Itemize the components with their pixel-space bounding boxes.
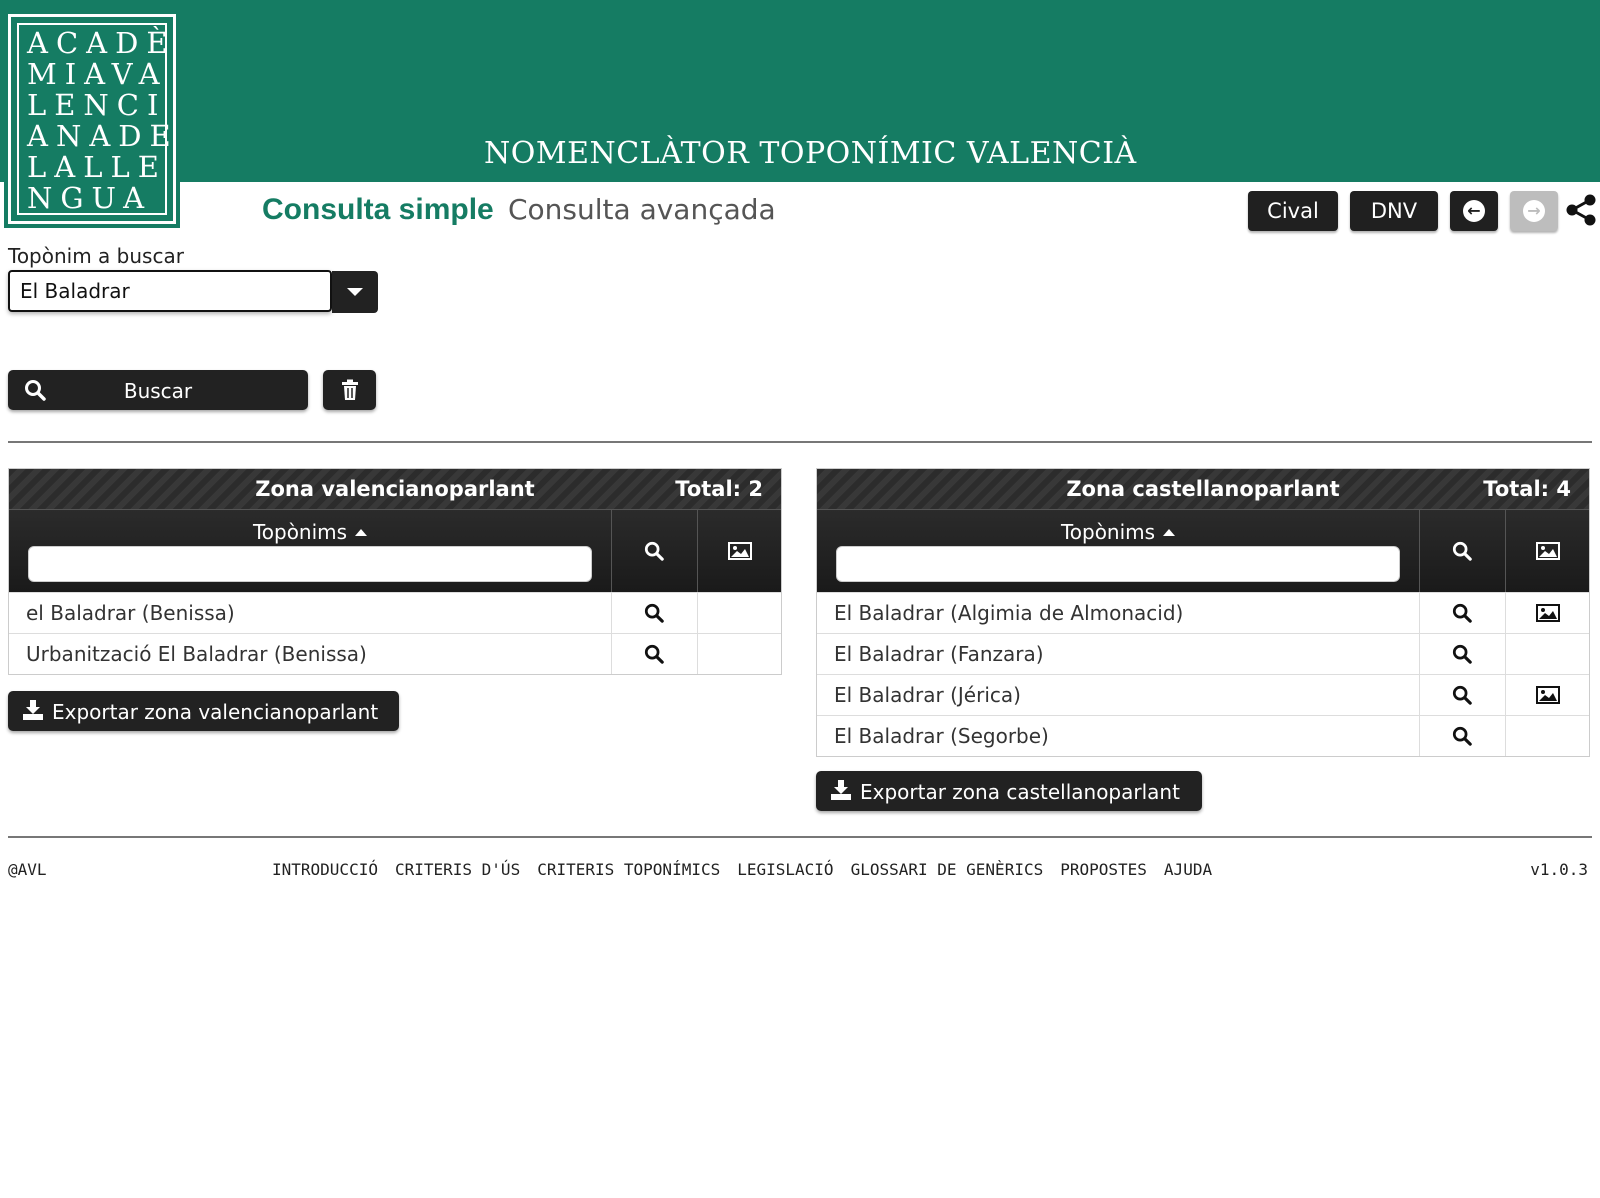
tab-simple-search[interactable]: Consulta simple xyxy=(262,193,494,227)
toponym-name[interactable]: el Baladrar (Benissa) xyxy=(9,593,612,633)
image-icon xyxy=(1536,604,1560,622)
share-button[interactable] xyxy=(1566,194,1596,230)
toponym-name[interactable]: El Baladrar (Algimia de Almonacid) xyxy=(817,593,1420,633)
toponym-name[interactable]: El Baladrar (Fanzara) xyxy=(817,634,1420,674)
toponym-dropdown-button[interactable] xyxy=(332,271,378,313)
search-icon xyxy=(1452,541,1472,561)
export-label: Exportar zona castellanoparlant xyxy=(860,780,1180,804)
table-row: El Baladrar (Jérica) xyxy=(817,674,1589,715)
arrow-left-icon: ← xyxy=(1463,200,1485,222)
toponym-name[interactable]: Urbanització El Baladrar (Benissa) xyxy=(9,634,612,674)
footer-link-criteris-us[interactable]: CRITERIS D'ÚS xyxy=(395,860,520,879)
search-icon xyxy=(1452,726,1472,746)
sort-ascending-icon xyxy=(1163,529,1176,536)
zone-header: Zona castellanoparlant Total: 4 xyxy=(817,469,1589,509)
zone-title: Zona valencianoparlant xyxy=(255,477,535,501)
table-row: el Baladrar (Benissa) xyxy=(9,592,781,633)
column-header: Topònims xyxy=(9,509,781,592)
zone-total: Total: 2 xyxy=(675,477,763,501)
back-button[interactable]: ← xyxy=(1450,191,1498,231)
image-icon xyxy=(728,542,752,560)
search-button[interactable]: Buscar xyxy=(8,370,308,410)
search-column-header xyxy=(611,510,698,592)
column-title: Topònims xyxy=(252,520,348,544)
image-icon xyxy=(1536,542,1560,560)
zone-total: Total: 4 xyxy=(1483,477,1571,501)
trash-icon xyxy=(341,379,358,400)
zone-header: Zona valencianoparlant Total: 2 xyxy=(9,469,781,509)
row-image-cell xyxy=(1505,716,1591,756)
page-title: NOMENCLÀTOR TOPONÍMIC VALENCIÀ xyxy=(484,136,1137,171)
search-icon xyxy=(644,603,664,623)
toponym-name[interactable]: El Baladrar (Jérica) xyxy=(817,675,1420,715)
forward-button[interactable]: → xyxy=(1510,191,1558,231)
row-search-button[interactable] xyxy=(1419,634,1506,674)
download-icon xyxy=(22,699,44,726)
zone-title: Zona castellanoparlant xyxy=(1066,477,1340,501)
copyright: @AVL xyxy=(8,860,47,879)
search-icon xyxy=(644,644,664,664)
column-header: Topònims xyxy=(817,509,1589,592)
footer-link-legislacio[interactable]: LEGISLACIÓ xyxy=(737,860,833,879)
search-button-label: Buscar xyxy=(123,379,193,403)
row-search-button[interactable] xyxy=(1419,716,1506,756)
table-row: El Baladrar (Fanzara) xyxy=(817,633,1589,674)
footer-link-introduccio[interactable]: INTRODUCCIÓ xyxy=(272,860,378,879)
toponym-filter-input[interactable] xyxy=(836,546,1400,582)
share-icon xyxy=(1566,194,1596,226)
dnv-button[interactable]: DNV xyxy=(1350,191,1438,231)
row-image-button[interactable] xyxy=(1505,675,1591,715)
zone-valencian-table: Zona valencianoparlant Total: 2 Topònims… xyxy=(8,468,782,675)
table-row: El Baladrar (Algimia de Almonacid) xyxy=(817,592,1589,633)
search-icon xyxy=(1452,685,1472,705)
footer-link-ajuda[interactable]: AJUDA xyxy=(1164,860,1212,879)
export-label: Exportar zona valencianoparlant xyxy=(52,700,379,724)
cival-button[interactable]: Cival xyxy=(1248,191,1338,231)
footer-link-criteris-toponimics[interactable]: CRITERIS TOPONÍMICS xyxy=(537,860,720,879)
image-column-header xyxy=(697,510,783,592)
table-row: Urbanització El Baladrar (Benissa) xyxy=(9,633,781,674)
toponym-search-input[interactable] xyxy=(8,270,332,312)
row-search-button[interactable] xyxy=(1419,675,1506,715)
search-icon xyxy=(1452,644,1472,664)
footer-link-glossari[interactable]: GLOSSARI DE GENÈRICS xyxy=(851,860,1044,879)
download-icon xyxy=(830,779,852,806)
export-castilian-button[interactable]: Exportar zona castellanoparlant xyxy=(816,771,1202,811)
row-search-button[interactable] xyxy=(611,593,698,633)
avl-logo[interactable]: ACADÈ MIAVA LENCI ANADE LALLE NGUA xyxy=(4,10,180,228)
divider-bottom xyxy=(8,836,1592,838)
table-row: El Baladrar (Segorbe) xyxy=(817,715,1589,756)
footer-links: INTRODUCCIÓ CRITERIS D'ÚS CRITERIS TOPON… xyxy=(272,860,1212,879)
image-icon xyxy=(1536,686,1560,704)
row-search-button[interactable] xyxy=(1419,593,1506,633)
zone-castilian-table: Zona castellanoparlant Total: 4 Topònims… xyxy=(816,468,1590,757)
logo-lettering: ACADÈ MIAVA LENCI ANADE LALLE NGUA xyxy=(17,23,171,215)
search-icon xyxy=(644,541,664,561)
sort-ascending-icon xyxy=(355,529,368,536)
row-image-cell xyxy=(697,593,783,633)
version-label: v1.0.3 xyxy=(1530,860,1588,879)
row-image-cell xyxy=(697,634,783,674)
search-column-header xyxy=(1419,510,1506,592)
row-search-button[interactable] xyxy=(611,634,698,674)
tab-advanced-search[interactable]: Consulta avançada xyxy=(508,193,776,226)
footer-link-propostes[interactable]: PROPOSTES xyxy=(1060,860,1147,879)
clear-button[interactable] xyxy=(323,370,376,410)
column-title: Topònims xyxy=(1060,520,1156,544)
toponym-name[interactable]: El Baladrar (Segorbe) xyxy=(817,716,1420,756)
divider-top xyxy=(8,441,1592,443)
chevron-down-icon xyxy=(347,288,363,296)
header-bar: NOMENCLÀTOR TOPONÍMIC VALENCIÀ xyxy=(0,0,1600,182)
row-image-cell xyxy=(1505,634,1591,674)
arrow-right-icon: → xyxy=(1523,200,1545,222)
export-valencian-button[interactable]: Exportar zona valencianoparlant xyxy=(8,691,399,731)
toponyms-column-header[interactable]: Topònims xyxy=(9,510,612,592)
search-icon xyxy=(1452,603,1472,623)
image-column-header xyxy=(1505,510,1591,592)
search-label: Topònim a buscar xyxy=(8,244,184,268)
toponym-filter-input[interactable] xyxy=(28,546,592,582)
row-image-button[interactable] xyxy=(1505,593,1591,633)
toponyms-column-header[interactable]: Topònims xyxy=(817,510,1420,592)
